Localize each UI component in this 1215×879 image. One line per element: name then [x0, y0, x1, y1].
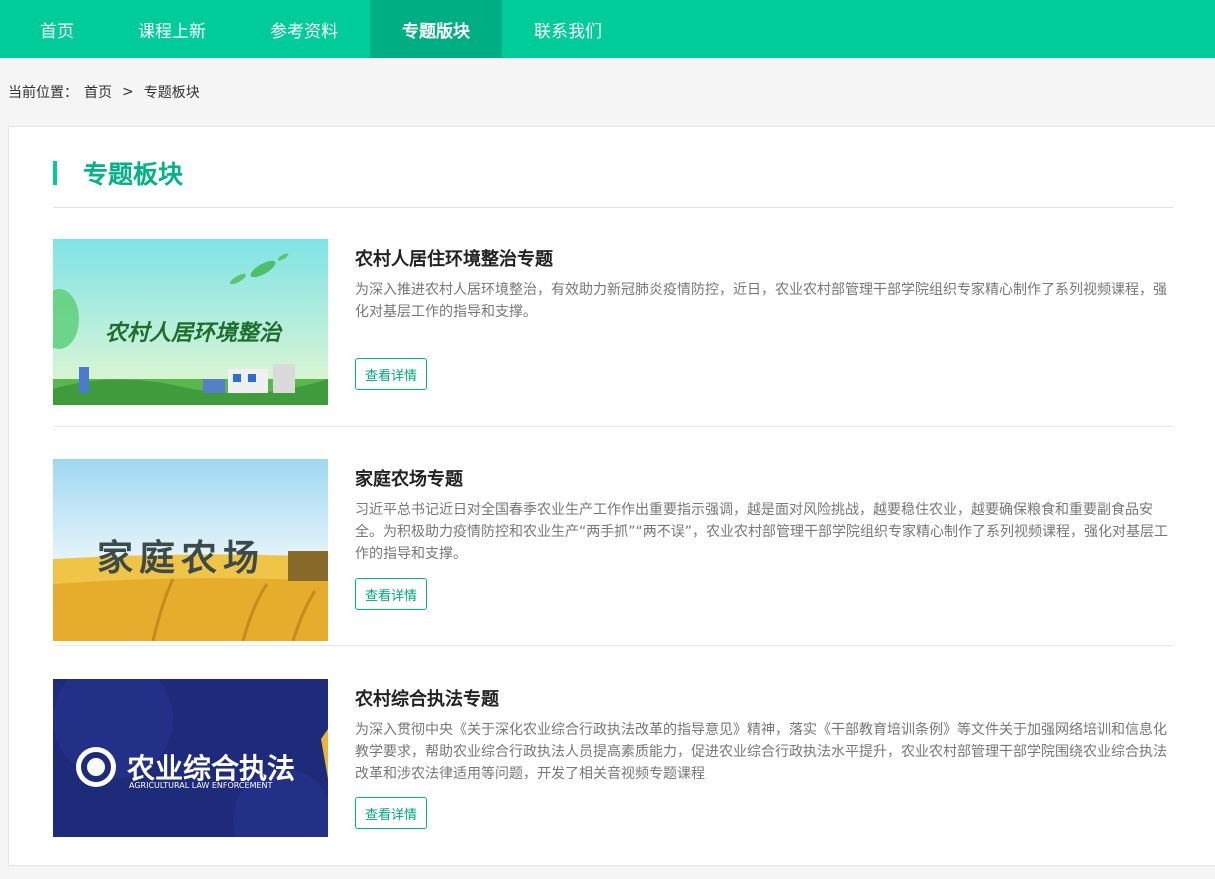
topic-description: 为深入推进农村人居环境整治，有效助力新冠肺炎疫情防控，近日，农业农村部管理干部学…	[355, 282, 1167, 320]
nav-item-contact[interactable]: 联系我们	[502, 0, 634, 58]
nav-item-new-courses[interactable]: 课程上新	[106, 0, 238, 58]
topic-divider	[53, 645, 1173, 646]
topic-info: 农村综合执法专题 为深入贯彻中央《关于深化农业综合行政执法改革的指导意见》精神，…	[355, 685, 1175, 785]
topic-title[interactable]: 农村人居住环境整治专题	[355, 245, 1175, 271]
topic-description: 习近平总书记近日对全国春季农业生产工作作出重要指示强调，越是面对风险挑战，越要稳…	[355, 502, 1169, 562]
topic-thumbnail[interactable]: 农村人居环境整治	[53, 239, 328, 405]
topic-title[interactable]: 农村综合执法专题	[355, 685, 1175, 711]
thumbnail-caption: 农村人居环境整治	[105, 321, 282, 346]
title-accent-bar	[53, 161, 57, 185]
nav-item-home[interactable]: 首页	[8, 0, 106, 58]
breadcrumb-current: 专题板块	[143, 85, 200, 101]
topic-thumbnail[interactable]: 家庭农场	[53, 459, 328, 641]
breadcrumb-prefix: 当前位置：	[8, 85, 78, 101]
thumbnail-caption: 家庭农场	[97, 538, 266, 579]
topic-description: 为深入贯彻中央《关于深化农业综合行政执法改革的指导意见》精神，落实《干部教育培训…	[355, 722, 1167, 782]
view-details-button[interactable]: 查看详情	[355, 358, 427, 390]
view-details-button[interactable]: 查看详情	[355, 797, 427, 829]
breadcrumb-separator: >	[122, 84, 134, 100]
section-title: 专题板块	[53, 155, 183, 191]
content-panel: 专题板块 农村人居环境整治 农村人居住环境整治专题 为深入推进农村人居环境整治，…	[8, 126, 1215, 866]
nav-item-references[interactable]: 参考资料	[238, 0, 370, 58]
topic-divider	[53, 426, 1173, 427]
topic-item-family-farm: 家庭农场 家庭农场专题 习近平总书记近日对全国春季农业生产工作作出重要指示强调，…	[53, 459, 1173, 659]
topic-item-rural-environment: 农村人居环境整治 农村人居住环境整治专题 为深入推进农村人居环境整治，有效助力新…	[53, 239, 1173, 439]
breadcrumb: 当前位置： 首页 > 专题板块	[0, 58, 1215, 126]
topic-item-law-enforcement: 农业综合执法 AGRICULTURAL LAW ENFORCEMENT 农村综合…	[53, 679, 1173, 879]
title-divider	[53, 207, 1173, 208]
top-nav: 首页 课程上新 参考资料 专题版块 联系我们	[0, 0, 1215, 58]
topic-info: 家庭农场专题 习近平总书记近日对全国春季农业生产工作作出重要指示强调，越是面对风…	[355, 465, 1175, 565]
breadcrumb-home-link[interactable]: 首页	[84, 82, 112, 102]
topic-info: 农村人居住环境整治专题 为深入推进农村人居环境整治，有效助力新冠肺炎疫情防控，近…	[355, 245, 1175, 323]
thumbnail-subcaption: AGRICULTURAL LAW ENFORCEMENT	[129, 781, 273, 790]
view-details-button[interactable]: 查看详情	[355, 578, 427, 610]
topic-thumbnail[interactable]: 农业综合执法 AGRICULTURAL LAW ENFORCEMENT	[53, 679, 328, 837]
topic-title[interactable]: 家庭农场专题	[355, 465, 1175, 491]
nav-item-topics[interactable]: 专题版块	[370, 0, 502, 58]
section-title-text: 专题板块	[83, 160, 184, 189]
